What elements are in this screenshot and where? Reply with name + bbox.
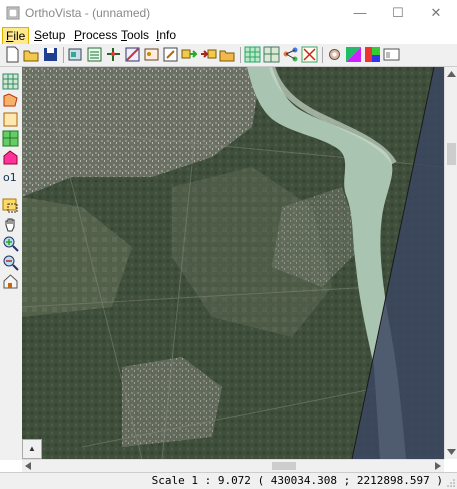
frame-tool-icon[interactable]: [2, 111, 19, 128]
menu-process-mnemonic: P: [74, 28, 83, 42]
coordinate-readout: ( 430034.308 ; 2212898.597 ): [257, 474, 443, 487]
vertical-scroll-thumb[interactable]: [447, 143, 456, 165]
menu-process[interactable]: Process: [71, 27, 120, 43]
polygon-tool-icon[interactable]: [2, 92, 19, 109]
menu-setup[interactable]: Setup: [31, 27, 68, 43]
save-icon[interactable]: [42, 46, 59, 63]
satellite-image: [22, 67, 444, 459]
image-list-icon[interactable]: [86, 46, 103, 63]
network-icon[interactable]: [282, 46, 299, 63]
zoom-in-icon[interactable]: [2, 235, 19, 252]
new-file-icon[interactable]: [4, 46, 21, 63]
vertical-scrollbar[interactable]: [444, 67, 457, 459]
title-bar: OrthoVista - (unnamed) — ☐ ✕: [0, 0, 457, 26]
resize-grip-icon[interactable]: [446, 478, 455, 487]
window-title: OrthoVista - (unnamed): [25, 6, 151, 20]
scroll-right-icon[interactable]: [435, 462, 441, 470]
toolbar-separator: [240, 47, 241, 63]
import-icon[interactable]: [200, 46, 217, 63]
crosshair-icon[interactable]: [301, 46, 318, 63]
color-balance-icon[interactable]: [143, 46, 160, 63]
tie-points-icon[interactable]: [105, 46, 122, 63]
home-view-icon[interactable]: [2, 273, 19, 290]
svg-text:o1: o1: [3, 171, 17, 184]
status-bar: Scale 1 : 9.072 ( 430034.308 ; 2212898.5…: [0, 472, 457, 489]
tile-grid-icon[interactable]: [263, 46, 280, 63]
edit-icon[interactable]: [162, 46, 179, 63]
scroll-down-icon[interactable]: [447, 449, 456, 455]
rgb-icon[interactable]: [364, 46, 381, 63]
menu-tools[interactable]: Tools: [118, 27, 152, 43]
status-readout: Scale 1 : 9.072 ( 430034.308 ; 2212898.5…: [152, 474, 443, 487]
north-arrow-icon: ▲: [28, 444, 36, 453]
select-tool-icon[interactable]: [2, 73, 19, 90]
shape-tool-icon[interactable]: [2, 149, 19, 166]
grid-icon[interactable]: [244, 46, 261, 63]
menu-file-label: ile: [13, 29, 26, 43]
menu-setup-label: etup: [42, 28, 66, 42]
menu-setup-mnemonic: S: [34, 28, 43, 42]
grid-tool-icon[interactable]: [2, 130, 19, 147]
menu-info[interactable]: Info: [153, 27, 179, 43]
scroll-left-icon[interactable]: [25, 462, 31, 470]
seamline-icon[interactable]: [124, 46, 141, 63]
left-toolbar: o1: [0, 67, 23, 460]
menu-info-label: nfo: [159, 28, 177, 42]
settings-icon[interactable]: [326, 46, 343, 63]
menu-bar: File Setup Process Tools Info: [0, 26, 457, 45]
zoom-window-icon[interactable]: [2, 197, 19, 214]
add-images-icon[interactable]: [67, 46, 84, 63]
horizontal-scrollbar[interactable]: [22, 459, 444, 472]
window-icon[interactable]: [383, 46, 400, 63]
app-logo-icon: [6, 6, 20, 20]
north-arrow-button[interactable]: ▲: [22, 439, 42, 459]
pan-hand-icon[interactable]: [2, 216, 19, 233]
horizontal-scroll-thumb[interactable]: [272, 462, 296, 470]
main-toolbar: [0, 44, 457, 67]
minimize-button[interactable]: —: [343, 0, 377, 26]
export-icon[interactable]: [181, 46, 198, 63]
toolbar-separator: [63, 47, 64, 63]
map-view[interactable]: ▲: [22, 67, 444, 459]
folder-icon[interactable]: [219, 46, 236, 63]
scale-label: Scale 1 : 9.072: [151, 474, 251, 487]
scroll-up-icon[interactable]: [447, 71, 456, 77]
color-palette-icon[interactable]: [345, 46, 362, 63]
maximize-button[interactable]: ☐: [381, 0, 415, 26]
open-folder-icon[interactable]: [23, 46, 40, 63]
label-tool-icon[interactable]: o1: [2, 168, 19, 185]
close-button[interactable]: ✕: [419, 0, 453, 26]
menu-tools-label: ools: [127, 28, 150, 42]
menu-process-label: rocess: [82, 28, 118, 42]
menu-file[interactable]: File: [2, 27, 30, 45]
toolbar-separator: [322, 47, 323, 63]
zoom-out-icon[interactable]: [2, 254, 19, 271]
